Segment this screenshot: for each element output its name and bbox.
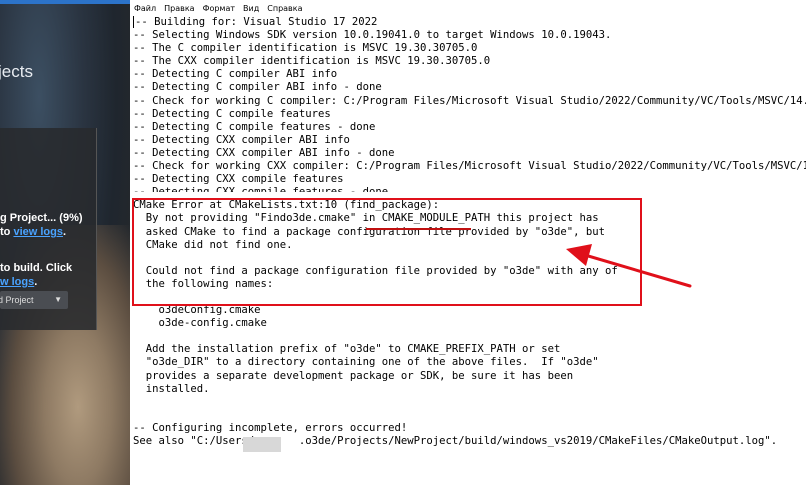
view-logs-line: to view logs. — [0, 226, 66, 238]
project-manager-window: jects g Project... (9%) to view logs. to… — [0, 0, 130, 485]
menu-file[interactable]: Файл — [134, 4, 156, 13]
log-line: -- Detecting C compiler ABI info - done — [133, 81, 382, 94]
accent-strip — [0, 0, 130, 4]
log-line: the following names: — [133, 277, 274, 290]
view-logs-line-2: w logs. — [0, 276, 37, 288]
build-prompt-text: to build. Click — [0, 262, 73, 274]
error-header-line: CMake Error at CMakeLists.txt:10 (find_p… — [133, 199, 440, 212]
log-line: o3deConfig.cmake — [133, 304, 261, 317]
module-path-underline — [366, 228, 471, 230]
log-line: installed. — [133, 382, 210, 395]
menu-view[interactable]: Вид — [243, 4, 259, 13]
projects-title: jects — [0, 62, 33, 81]
logs-suffix-2: . — [34, 276, 38, 288]
log-line: Could not find a package configuration f… — [133, 264, 618, 277]
redacted-username — [243, 437, 281, 452]
log-line: o3de-config.cmake — [133, 317, 267, 330]
logs-suffix: . — [62, 226, 67, 238]
log-line: provides a separate development package … — [133, 369, 574, 382]
dropdown-label: d Project — [0, 295, 34, 305]
notepad-window: Файл Правка Формат Вид Справка -- Buildi… — [130, 0, 806, 485]
log-line: -- Check for working CXX compiler: C:/Pr… — [133, 160, 806, 173]
log-line: -- Detecting CXX compile features - done — [133, 186, 389, 193]
log-line: -- Detecting CXX compiler ABI info — [133, 133, 350, 146]
log-line: By not providing "Findo3de.cmake" in CMA… — [133, 212, 599, 225]
log-line: -- The C compiler identification is MSVC… — [133, 42, 478, 55]
log-line: -- Detecting C compiler ABI info — [133, 68, 338, 81]
menu-format[interactable]: Формат — [203, 4, 235, 13]
view-logs-link[interactable]: view logs — [13, 226, 63, 238]
chevron-down-icon: ▼ — [54, 295, 62, 304]
log-line: -- The CXX compiler identification is MS… — [133, 55, 491, 68]
log-line: -- Check for working C compiler: C:/Prog… — [133, 94, 806, 107]
log-line: -- Configuring incomplete, errors occurr… — [133, 421, 408, 434]
log-line: -- Detecting CXX compile features — [133, 173, 344, 186]
project-actions-dropdown[interactable]: d Project ▼ — [0, 291, 68, 309]
log-line: -- Building for: Visual Studio 17 2022 — [135, 16, 378, 28]
logs-prefix: to — [0, 226, 14, 238]
menu-edit[interactable]: Правка — [164, 4, 194, 13]
menu-bar: Файл Правка Формат Вид Справка — [130, 0, 806, 16]
log-line: -- Detecting C compile features - done — [133, 120, 376, 133]
log-line: -- Selecting Windows SDK version 10.0.19… — [133, 29, 612, 42]
log-line: Add the installation prefix of "o3de" to… — [133, 343, 561, 356]
log-line: "o3de_DIR" to a directory containing one… — [133, 356, 599, 369]
menu-help[interactable]: Справка — [267, 4, 302, 13]
text-editor[interactable]: -- Building for: Visual Studio 17 2022 -… — [130, 16, 806, 485]
text-caret — [133, 16, 134, 28]
log-line: -- Detecting C compile features — [133, 107, 331, 120]
build-progress-text: g Project... (9%) — [0, 212, 83, 224]
log-line: CMake did not find one. — [133, 238, 293, 251]
view-logs-link-2[interactable]: w logs — [0, 276, 34, 288]
log-line: -- Detecting CXX compiler ABI info - don… — [133, 146, 395, 159]
log-line: See also "C:/Users/ .o3de/Projects/NewPr… — [133, 435, 778, 447]
